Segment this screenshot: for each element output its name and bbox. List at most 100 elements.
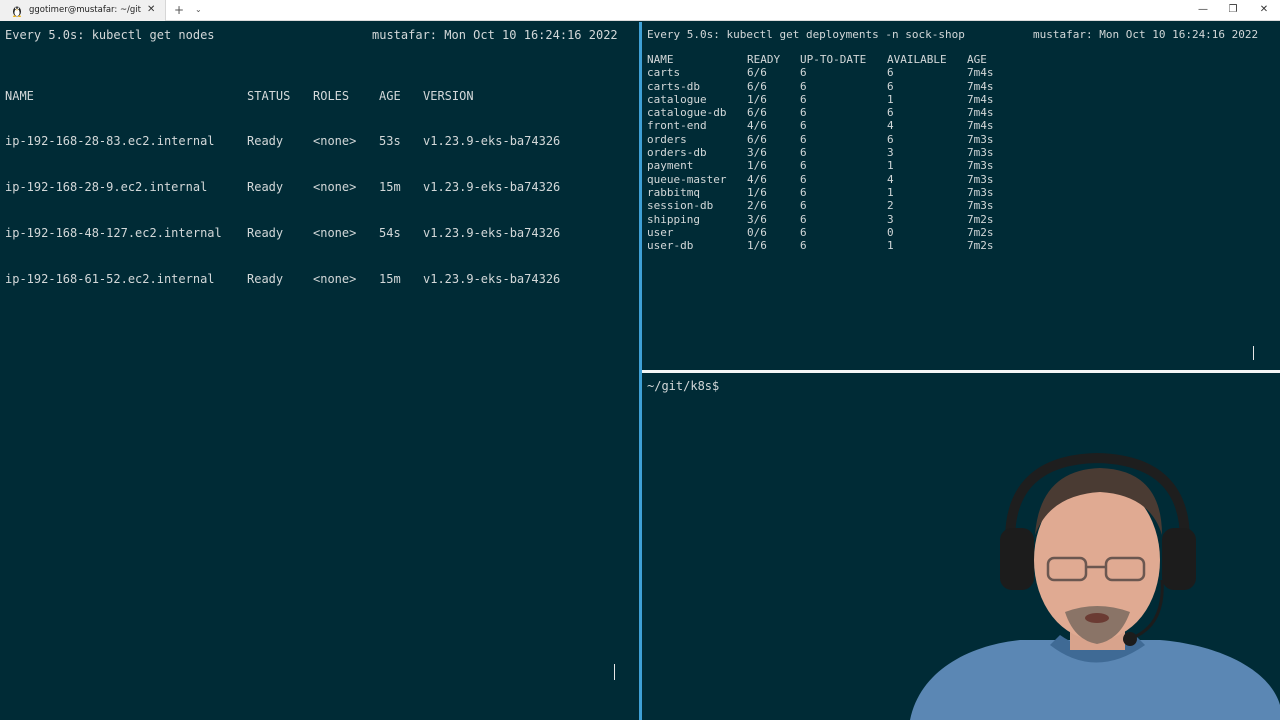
table-row: ip-192-168-48-127.ec2.internal Ready <no…	[5, 226, 605, 241]
table-row: queue-master 4/6 6 4 7m3s	[647, 173, 1047, 186]
nodes-table: NAME STATUS ROLES AGE VERSION ip-192-168…	[5, 58, 605, 318]
deployment-up-to-date: 6	[800, 146, 807, 160]
shell-prompt[interactable]: ~/git/k8s$	[647, 379, 719, 393]
node-version: v1.23.9-eks-ba74326	[423, 180, 561, 195]
deployment-available: 0	[887, 225, 894, 239]
column-header: VERSION	[423, 88, 474, 103]
deployment-available: 6	[887, 79, 894, 93]
deployment-name: queue-master	[647, 172, 727, 186]
deployment-up-to-date: 6	[800, 199, 807, 213]
deployment-up-to-date: 6	[800, 159, 807, 173]
column-header: STATUS	[247, 88, 291, 103]
column-header: ROLES	[313, 88, 350, 103]
deployment-available: 6	[887, 132, 894, 146]
node-status: Ready	[247, 134, 284, 149]
maximize-icon[interactable]: ❐	[1222, 2, 1244, 18]
node-age: 53s	[379, 134, 401, 149]
deployment-name: orders	[647, 132, 687, 146]
deployment-ready: 3/6	[747, 146, 767, 160]
deployment-available: 1	[887, 92, 894, 106]
deployment-age: 7m4s	[967, 119, 994, 133]
deployment-available: 6	[887, 66, 894, 80]
deployment-up-to-date: 6	[800, 212, 807, 226]
deployment-ready: 6/6	[747, 132, 767, 146]
node-age: 54s	[379, 226, 401, 241]
tab-dropdown-chevron-icon[interactable]: ⌄	[195, 3, 202, 17]
deployment-age: 7m3s	[967, 132, 994, 146]
deployment-ready: 2/6	[747, 199, 767, 213]
table-header-row: NAME STATUS ROLES AGE VERSION	[5, 89, 605, 104]
deployment-age: 7m3s	[967, 146, 994, 160]
deployment-name: carts	[647, 66, 681, 80]
deployment-available: 4	[887, 119, 894, 133]
deployment-available: 3	[887, 212, 894, 226]
node-name: ip-192-168-48-127.ec2.internal	[5, 226, 222, 241]
deployment-ready: 0/6	[747, 225, 767, 239]
terminal-tab[interactable]: ggotimer@mustafar: ~/git/k8s ✕	[0, 0, 166, 21]
deployment-ready: 6/6	[747, 66, 767, 80]
deployment-ready: 4/6	[747, 119, 767, 133]
table-row: orders-db 3/6 6 3 7m3s	[647, 146, 1047, 159]
deployment-age: 7m2s	[967, 212, 994, 226]
deployment-available: 1	[887, 159, 894, 173]
deployment-name: shipping	[647, 212, 700, 226]
node-version: v1.23.9-eks-ba74326	[423, 134, 561, 149]
node-name: ip-192-168-61-52.ec2.internal	[5, 272, 215, 287]
node-roles: <none>	[313, 180, 357, 195]
deployment-age: 7m3s	[967, 185, 994, 199]
deployment-name: orders-db	[647, 146, 707, 160]
deployment-ready: 1/6	[747, 92, 767, 106]
watch-timestamp: mustafar: Mon Oct 10 16:24:16 2022	[372, 28, 618, 42]
node-version: v1.23.9-eks-ba74326	[423, 272, 561, 287]
linux-penguin-icon	[12, 6, 22, 17]
column-header: UP-TO-DATE	[800, 53, 867, 66]
table-row: ip-192-168-61-52.ec2.internal Ready <non…	[5, 272, 605, 287]
deployment-available: 4	[887, 172, 894, 186]
node-roles: <none>	[313, 226, 357, 241]
node-age: 15m	[379, 272, 401, 287]
text-cursor	[614, 664, 615, 680]
tab-close-icon[interactable]: ✕	[147, 3, 155, 17]
deployment-up-to-date: 6	[800, 239, 807, 253]
deployment-ready: 3/6	[747, 212, 767, 226]
deployment-up-to-date: 6	[800, 66, 807, 80]
table-row: orders 6/6 6 6 7m3s	[647, 133, 1047, 146]
minimize-icon[interactable]: —	[1192, 2, 1214, 18]
webcam-overlay-image	[910, 452, 1280, 720]
node-version: v1.23.9-eks-ba74326	[423, 226, 561, 241]
node-status: Ready	[247, 226, 284, 241]
deployment-name: catalogue	[647, 92, 707, 106]
table-row: session-db 2/6 6 2 7m3s	[647, 199, 1047, 212]
deployment-age: 7m4s	[967, 106, 994, 120]
terminal-pane-deployments[interactable]: Every 5.0s: kubectl get deployments -n s…	[642, 22, 1280, 370]
node-roles: <none>	[313, 134, 357, 149]
terminal-pane-nodes[interactable]: Every 5.0s: kubectl get nodes mustafar: …	[0, 22, 639, 720]
watch-timestamp: mustafar: Mon Oct 10 16:24:16 2022	[1033, 28, 1259, 41]
deployment-age: 7m4s	[967, 66, 994, 80]
deployment-ready: 6/6	[747, 79, 767, 93]
table-row: catalogue 1/6 6 1 7m4s	[647, 93, 1047, 106]
table-row: carts 6/6 6 6 7m4s	[647, 66, 1047, 79]
deployment-available: 1	[887, 185, 894, 199]
deployment-up-to-date: 6	[800, 225, 807, 239]
deployment-name: user	[647, 225, 674, 239]
deployment-up-to-date: 6	[800, 132, 807, 146]
deployment-name: carts-db	[647, 79, 700, 93]
deployment-age: 7m3s	[967, 199, 994, 213]
watch-command-header: Every 5.0s: kubectl get deployments -n s…	[647, 28, 965, 41]
deployment-age: 7m4s	[967, 92, 994, 106]
deployment-available: 6	[887, 106, 894, 120]
deployment-up-to-date: 6	[800, 185, 807, 199]
table-row: user 0/6 6 0 7m2s	[647, 226, 1047, 239]
deployment-age: 7m2s	[967, 239, 994, 253]
column-header: AVAILABLE	[887, 53, 947, 66]
deployment-age: 7m3s	[967, 172, 994, 186]
new-tab-plus-icon[interactable]: +	[174, 2, 184, 18]
table-row: catalogue-db 6/6 6 6 7m4s	[647, 106, 1047, 119]
table-row: payment 1/6 6 1 7m3s	[647, 159, 1047, 172]
window-close-icon[interactable]: ✕	[1253, 2, 1275, 18]
deployment-ready: 6/6	[747, 106, 767, 120]
deployments-table: NAME READY UP-TO-DATE AVAILABLE AGE carts 6/6 6…	[647, 53, 1047, 252]
deployment-up-to-date: 6	[800, 172, 807, 186]
table-header-row: NAME READY UP-TO-DATE AVAILABLE AGE	[647, 53, 1047, 66]
